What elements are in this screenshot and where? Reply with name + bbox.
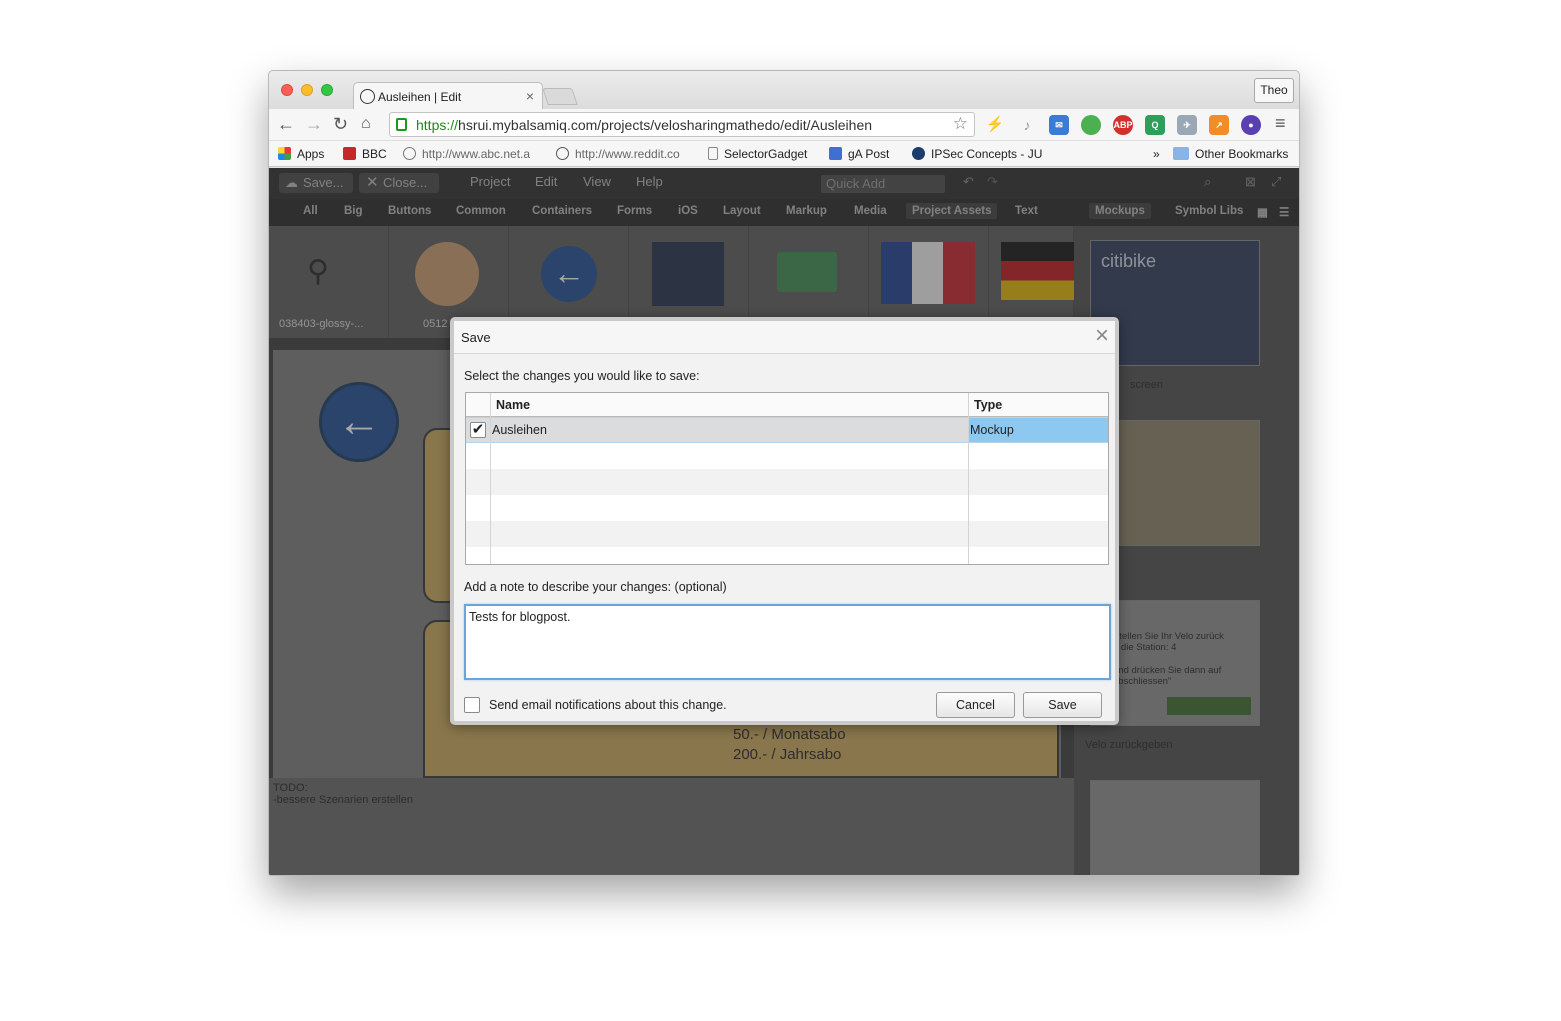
note-label: Add a note to describe your changes: (op… bbox=[464, 580, 727, 594]
close-dialog-icon[interactable]: × bbox=[1095, 322, 1109, 350]
save-dialog: Save × Select the changes you would like… bbox=[450, 317, 1119, 725]
folder-icon bbox=[1173, 147, 1189, 160]
bookmark-abc[interactable]: http://www.abc.net.a bbox=[403, 147, 530, 161]
address-bar[interactable]: https://hsrui.mybalsamiq.com/projects/ve… bbox=[389, 112, 975, 137]
save-button[interactable]: Save bbox=[1023, 692, 1102, 718]
abc-icon bbox=[403, 147, 416, 160]
leaf-extension-icon[interactable] bbox=[1081, 115, 1101, 135]
row-name: Ausleihen bbox=[492, 423, 547, 437]
browser-tab[interactable]: Ausleihen | Edit × bbox=[353, 82, 543, 110]
tab-title: Ausleihen | Edit bbox=[378, 90, 462, 104]
bookmark-apps[interactable]: Apps bbox=[278, 147, 324, 161]
bookmark-selectorgadget[interactable]: SelectorGadget bbox=[708, 147, 807, 161]
bookmark-star-icon[interactable]: ☆ bbox=[953, 114, 968, 134]
email-notification-label: Send email notifications about this chan… bbox=[489, 698, 727, 712]
bookmark-reddit[interactable]: http://www.reddit.co bbox=[556, 147, 680, 161]
ipsec-icon bbox=[912, 147, 925, 160]
dialog-header: Save × bbox=[454, 321, 1115, 354]
dialog-instruction: Select the changes you would like to sav… bbox=[464, 369, 700, 383]
close-window-button[interactable] bbox=[281, 84, 293, 96]
column-divider bbox=[490, 393, 491, 564]
lock-icon bbox=[396, 118, 407, 131]
column-header-name[interactable]: Name bbox=[490, 393, 968, 417]
url-scheme: https:// bbox=[416, 117, 459, 133]
changes-table: Name Type ✔ Ausleihen Mockup bbox=[465, 392, 1109, 565]
plane-extension-icon[interactable]: ✈ bbox=[1177, 115, 1197, 135]
bell-icon[interactable]: ♪ bbox=[1017, 115, 1037, 135]
zoom-window-button[interactable] bbox=[321, 84, 333, 96]
empty-row bbox=[466, 547, 1108, 564]
column-divider bbox=[968, 393, 969, 564]
profile-button[interactable]: Theo bbox=[1254, 78, 1294, 103]
bookmark-other-bookmarks[interactable]: Other Bookmarks bbox=[1173, 147, 1288, 161]
menu-icon[interactable]: ≡ bbox=[1275, 113, 1286, 134]
reddit-icon bbox=[556, 147, 569, 160]
search-extension-icon[interactable]: Q bbox=[1145, 115, 1165, 135]
adblock-icon[interactable]: ABP bbox=[1113, 115, 1133, 135]
column-header-type[interactable]: Type bbox=[968, 393, 1108, 417]
mail-extension-icon[interactable]: ✉ bbox=[1049, 115, 1069, 135]
page-icon bbox=[708, 147, 718, 160]
lightning-icon[interactable]: ⚡ bbox=[985, 115, 1005, 135]
bbc-icon bbox=[343, 147, 356, 160]
bookmarks-overflow-button[interactable]: » bbox=[1153, 147, 1160, 161]
minimize-window-button[interactable] bbox=[301, 84, 313, 96]
forward-icon[interactable]: → bbox=[305, 114, 323, 135]
back-icon[interactable]: ← bbox=[277, 114, 295, 135]
row-checkbox[interactable]: ✔ bbox=[470, 422, 486, 438]
color-extension-icon[interactable]: ● bbox=[1241, 115, 1261, 135]
reload-icon[interactable]: ↻ bbox=[333, 114, 348, 135]
dialog-title: Save bbox=[461, 330, 491, 345]
empty-row bbox=[466, 469, 1108, 495]
table-row[interactable]: ✔ Ausleihen Mockup bbox=[466, 417, 1108, 443]
bookmarks-bar: Apps BBC http://www.abc.net.a http://www… bbox=[269, 141, 1299, 167]
tab-strip: Ausleihen | Edit × Theo bbox=[269, 71, 1299, 110]
smiley-icon bbox=[360, 89, 375, 104]
bookmark-ga-post[interactable]: gA Post bbox=[829, 147, 889, 161]
empty-row bbox=[466, 443, 1108, 469]
new-tab-button[interactable] bbox=[542, 88, 578, 105]
note-textarea[interactable]: Tests for blogpost. bbox=[464, 604, 1111, 680]
row-type: Mockup bbox=[968, 418, 1108, 442]
bookmark-bbc[interactable]: BBC bbox=[343, 147, 387, 161]
analytics-extension-icon[interactable]: ↗ bbox=[1209, 115, 1229, 135]
url-text: hsrui.mybalsamiq.com/projects/velosharin… bbox=[458, 117, 873, 133]
home-icon[interactable]: ⌂ bbox=[361, 115, 371, 133]
checkbox-column-header bbox=[466, 393, 490, 417]
cancel-button[interactable]: Cancel bbox=[936, 692, 1015, 718]
apps-grid-icon bbox=[278, 147, 291, 160]
empty-row bbox=[466, 495, 1108, 521]
close-tab-icon[interactable]: × bbox=[526, 88, 534, 104]
bookmark-ipsec[interactable]: IPSec Concepts - JU bbox=[912, 147, 1042, 161]
empty-row bbox=[466, 521, 1108, 547]
email-notification-checkbox[interactable] bbox=[464, 697, 480, 713]
browser-toolbar: ← → ↻ ⌂ https://hsrui.mybalsamiq.com/pro… bbox=[269, 109, 1299, 141]
ga-post-icon bbox=[829, 147, 842, 160]
